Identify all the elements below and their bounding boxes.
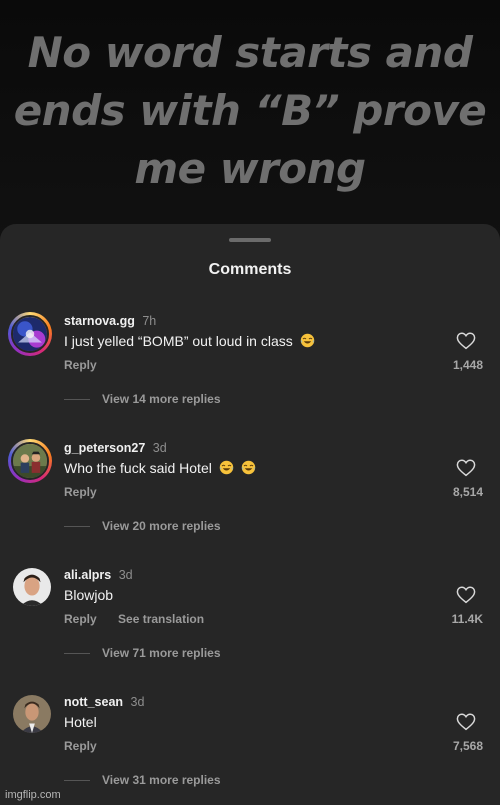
caption-line: ends with “B” prove	[13, 86, 487, 135]
crying-laughing-emoji	[219, 460, 234, 475]
comment-body: I just yelled “BOMB” out loud in class	[64, 333, 315, 349]
like-count: 7,568	[452, 739, 483, 753]
comment-actions: Reply	[64, 485, 97, 499]
username[interactable]: g_peterson27	[64, 441, 145, 455]
see-translation-button[interactable]: See translation	[118, 612, 204, 626]
reply-button[interactable]: Reply	[64, 485, 97, 499]
comment-header: nott_sean 3d	[64, 695, 144, 709]
comment-text: Blowjob	[64, 587, 114, 603]
comment-item: ali.alprs 3d Blowjob Reply See translati…	[0, 566, 500, 686]
username[interactable]: nott_sean	[64, 695, 123, 709]
like-count: 8,514	[452, 485, 483, 499]
comment-actions: Reply	[64, 358, 97, 372]
username[interactable]: ali.alprs	[64, 568, 111, 582]
like-button[interactable]	[446, 713, 486, 731]
timestamp: 3d	[130, 695, 145, 709]
comment-text: Who the fuck said Hotel	[64, 460, 212, 476]
comment-text: Hotel	[64, 714, 97, 730]
heart-icon	[456, 713, 476, 731]
heart-icon	[456, 459, 476, 477]
sheet-drag-handle[interactable]	[229, 238, 271, 242]
like-button[interactable]	[446, 586, 486, 604]
comment-item: starnova.gg 7h I just yelled “BOMB” out …	[0, 312, 500, 432]
view-replies-button[interactable]: View 14 more replies	[64, 392, 221, 406]
view-replies-button[interactable]: View 20 more replies	[64, 519, 221, 533]
comment-body: Who the fuck said Hotel	[64, 460, 256, 476]
reply-button[interactable]: Reply	[64, 358, 97, 372]
comment-actions: Reply See translation	[64, 612, 204, 626]
screenshot: No word starts and ends with “B” prove m…	[0, 0, 500, 805]
comment-body: Blowjob	[64, 587, 113, 603]
avatar-image	[13, 568, 51, 606]
comment-header: ali.alprs 3d	[64, 568, 133, 582]
view-replies-label: View 31 more replies	[102, 773, 221, 787]
sheet-title: Comments	[208, 261, 292, 278]
comment-text: I just yelled “BOMB” out loud in class	[64, 333, 293, 349]
reply-button[interactable]: Reply	[64, 739, 97, 753]
avatar-image	[13, 444, 47, 478]
heart-icon	[456, 586, 476, 604]
replies-divider	[64, 526, 90, 528]
like-count: 1,448	[452, 358, 483, 372]
like-button[interactable]	[446, 459, 486, 477]
avatar[interactable]	[13, 568, 51, 606]
avatar-image	[13, 317, 47, 351]
comment-header: g_peterson27 3d	[64, 441, 167, 455]
avatar[interactable]	[13, 695, 51, 733]
avatar[interactable]	[8, 439, 52, 483]
avatar[interactable]	[8, 312, 52, 356]
like-button[interactable]	[446, 332, 486, 350]
view-replies-label: View 20 more replies	[102, 519, 221, 533]
comment-body: Hotel	[64, 714, 97, 730]
view-replies-label: View 71 more replies	[102, 646, 221, 660]
caption-line: me wrong	[134, 144, 366, 193]
meme-caption: No word starts and ends with “B” prove m…	[0, 24, 500, 198]
comment-item: g_peterson27 3d Who the fuck said Hotel …	[0, 439, 500, 559]
comment-item: nott_sean 3d Hotel Reply 7,568 View 31 m…	[0, 693, 500, 805]
crying-laughing-emoji	[241, 460, 256, 475]
avatar-image	[13, 695, 51, 733]
reply-button[interactable]: Reply	[64, 612, 97, 626]
crying-laughing-emoji	[300, 333, 315, 348]
replies-divider	[64, 653, 90, 655]
comments-sheet: Comments starnova.gg 7h I just yelled “B…	[0, 224, 500, 805]
imgflip-watermark: imgflip.com	[5, 789, 61, 801]
timestamp: 3d	[152, 441, 167, 455]
view-replies-button[interactable]: View 31 more replies	[64, 773, 221, 787]
username[interactable]: starnova.gg	[64, 314, 135, 328]
timestamp: 7h	[142, 314, 157, 328]
view-replies-label: View 14 more replies	[102, 392, 221, 406]
caption-line: No word starts and	[27, 28, 473, 77]
view-replies-button[interactable]: View 71 more replies	[64, 646, 221, 660]
replies-divider	[64, 780, 90, 782]
timestamp: 3d	[118, 568, 133, 582]
comment-header: starnova.gg 7h	[64, 314, 156, 328]
like-count: 11.4K	[451, 612, 483, 626]
comment-actions: Reply	[64, 739, 97, 753]
heart-icon	[456, 332, 476, 350]
replies-divider	[64, 399, 90, 401]
